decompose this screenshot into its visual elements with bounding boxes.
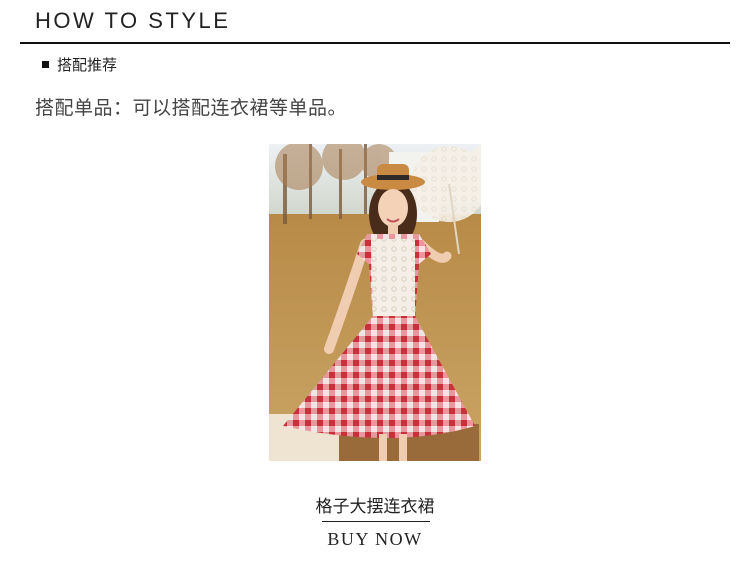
product-name-underline [322,521,430,522]
product-photo-illustration [269,144,481,461]
product-photo[interactable] [269,144,481,461]
square-bullet-icon [42,61,49,68]
pairing-description: 搭配单品：可以搭配连衣裙等单品。 [35,97,348,119]
buy-now-button[interactable]: BUY NOW [0,529,750,550]
section-label-text: 搭配推荐 [57,56,118,74]
product-name-link[interactable]: 格子大摆连衣裙 [0,492,750,517]
section-heading: HOW TO STYLE [35,8,231,33]
heading-divider [20,42,730,44]
section-label: 搭配推荐 [42,54,117,75]
